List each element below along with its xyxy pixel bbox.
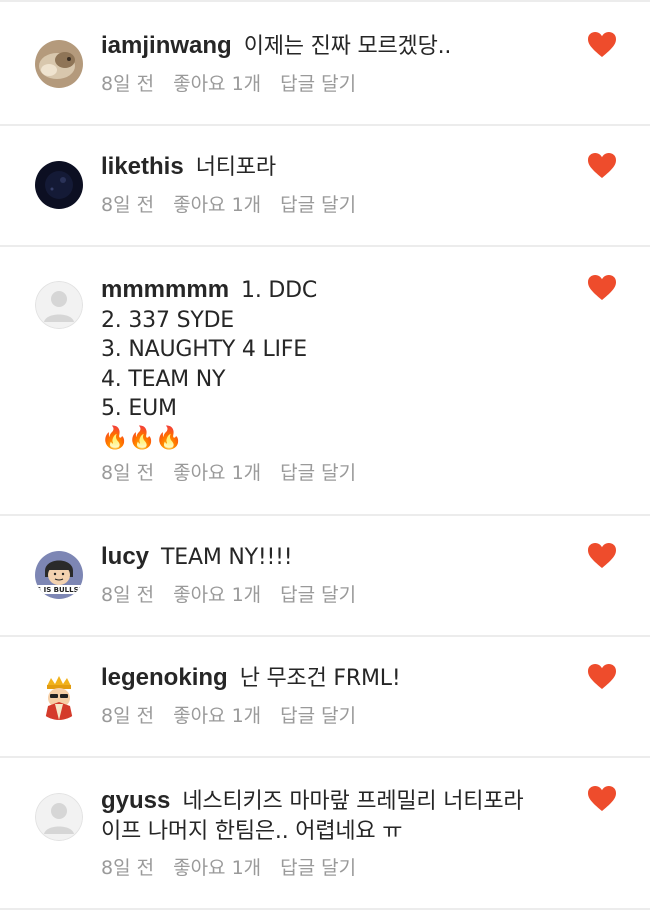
- comment-body: likethis 너티포라: [101, 152, 580, 183]
- username[interactable]: lucy: [101, 543, 149, 570]
- username[interactable]: likethis: [101, 153, 184, 180]
- likes-count[interactable]: 좋아요 1개: [173, 857, 261, 879]
- reply-button[interactable]: 답글 달기: [280, 462, 356, 484]
- comment-body: legenoking 난 무조건 FRML!: [101, 663, 580, 694]
- username[interactable]: gyuss: [101, 787, 170, 814]
- comment-meta: 8일 전 좋아요 1개 답글 달기: [101, 853, 375, 880]
- avatar[interactable]: IS IS BULLSH: [35, 551, 83, 599]
- comment-body: gyuss 네스티키즈 마마랖 프레밀리 너티포라 이프 나머지 한팀은.. 어렵…: [101, 786, 580, 846]
- comment-text: TEAM NY!!!!: [161, 545, 293, 570]
- avatar-caption: IS IS BULLSH: [35, 586, 83, 594]
- comment-text: 1. DDC 2. 337 SYDE 3. NAUGHTY 4 LIFE 4. …: [101, 278, 318, 451]
- comment-list: iamjinwang 이제는 진짜 모르겠당.. 8일 전 좋아요 1개 답글 달기 …: [0, 0, 650, 912]
- comment-text: 난 무조건 FRML!: [239, 666, 401, 691]
- heart-icon[interactable]: [588, 32, 616, 58]
- avatar[interactable]: [35, 161, 83, 209]
- timestamp: 8일 전: [101, 584, 155, 606]
- timestamp: 8일 전: [101, 857, 155, 879]
- reply-button[interactable]: 답글 달기: [280, 705, 356, 727]
- comment-meta: 8일 전 좋아요 1개 답글 달기: [101, 69, 375, 96]
- comment-meta: 8일 전 좋아요 1개 답글 달기: [101, 580, 375, 607]
- likes-count[interactable]: 좋아요 1개: [173, 705, 261, 727]
- heart-icon[interactable]: [588, 153, 616, 179]
- comment-item: likethis 너티포라 8일 전 좋아요 1개 답글 달기: [0, 126, 650, 247]
- comment-item: legenoking 난 무조건 FRML! 8일 전 좋아요 1개 답글 달기: [0, 637, 650, 758]
- username[interactable]: legenoking: [101, 664, 228, 691]
- comment-item: IS IS BULLSH lucy TEAM NY!!!! 8일 전 좋아요 1개 답…: [0, 516, 650, 637]
- comment-meta: 8일 전 좋아요 1개 답글 달기: [101, 458, 375, 485]
- reply-button[interactable]: 답글 달기: [280, 584, 356, 606]
- username[interactable]: iamjinwang: [101, 32, 232, 59]
- avatar[interactable]: [35, 281, 83, 329]
- comment-body: lucy TEAM NY!!!!: [101, 542, 580, 573]
- reply-button[interactable]: 답글 달기: [280, 73, 356, 95]
- comment-item: iamjinwang 이제는 진짜 모르겠당.. 8일 전 좋아요 1개 답글 달기: [0, 0, 650, 126]
- heart-icon[interactable]: [588, 275, 616, 301]
- comment-body: mmmmmm 1. DDC 2. 337 SYDE 3. NAUGHTY 4 LI…: [101, 275, 580, 453]
- comment-text: 이제는 진짜 모르겠당..: [243, 34, 452, 59]
- comment-body: iamjinwang 이제는 진짜 모르겠당..: [101, 31, 580, 62]
- avatar[interactable]: [35, 40, 83, 88]
- likes-count[interactable]: 좋아요 1개: [173, 584, 261, 606]
- comment-meta: 8일 전 좋아요 1개 답글 달기: [101, 190, 375, 217]
- heart-icon[interactable]: [588, 543, 616, 569]
- comment-item: gyuss 네스티키즈 마마랖 프레밀리 너티포라 이프 나머지 한팀은.. 어렵…: [0, 758, 650, 910]
- reply-button[interactable]: 답글 달기: [280, 194, 356, 216]
- avatar[interactable]: [35, 793, 83, 841]
- comment-item: mmmmmm 1. DDC 2. 337 SYDE 3. NAUGHTY 4 LI…: [0, 247, 650, 516]
- timestamp: 8일 전: [101, 73, 155, 95]
- likes-count[interactable]: 좋아요 1개: [173, 194, 261, 216]
- timestamp: 8일 전: [101, 462, 155, 484]
- comment-text: 너티포라: [195, 155, 276, 180]
- heart-icon[interactable]: [588, 664, 616, 690]
- heart-icon[interactable]: [588, 786, 616, 812]
- likes-count[interactable]: 좋아요 1개: [173, 462, 261, 484]
- username[interactable]: mmmmmm: [101, 276, 229, 303]
- timestamp: 8일 전: [101, 705, 155, 727]
- reply-button[interactable]: 답글 달기: [280, 857, 356, 879]
- likes-count[interactable]: 좋아요 1개: [173, 73, 261, 95]
- timestamp: 8일 전: [101, 194, 155, 216]
- comment-meta: 8일 전 좋아요 1개 답글 달기: [101, 701, 375, 728]
- avatar[interactable]: [35, 672, 83, 720]
